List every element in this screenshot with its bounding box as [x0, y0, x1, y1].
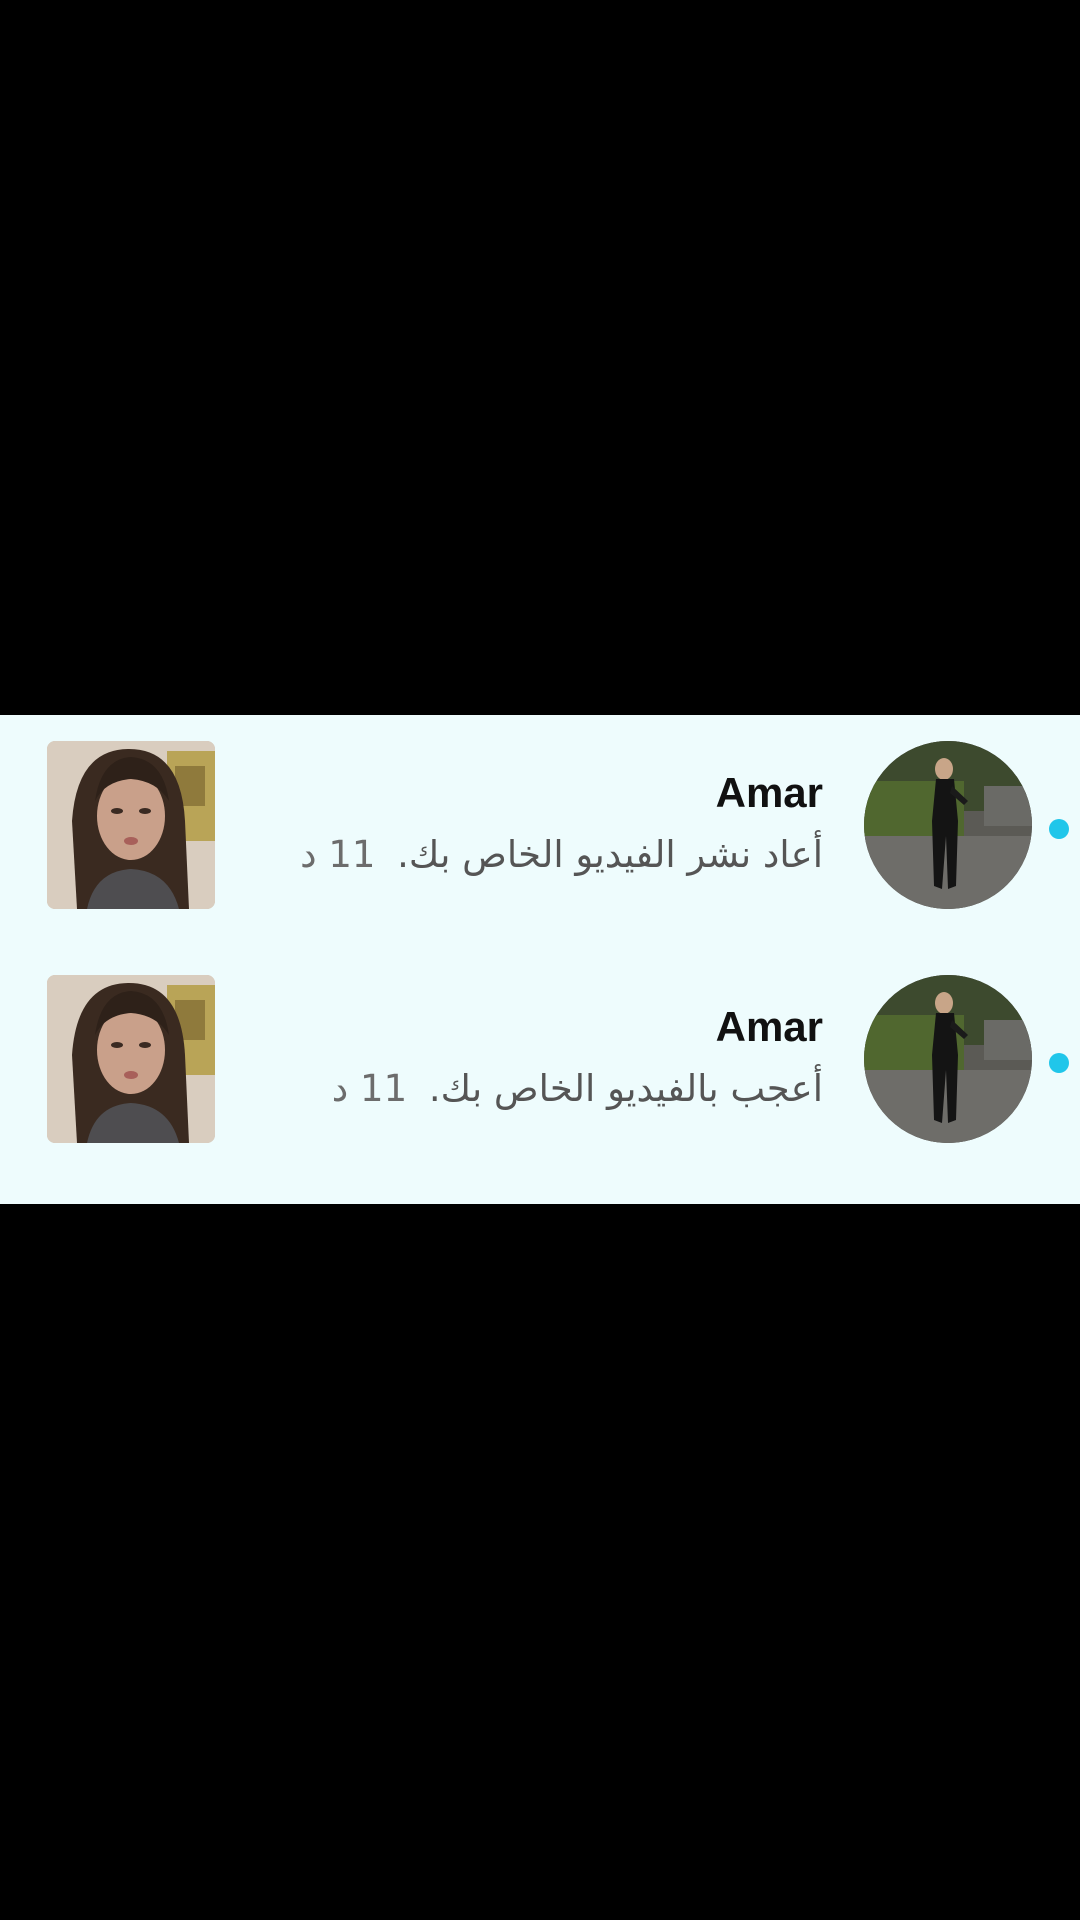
notification-time: 11 د [331, 1067, 408, 1110]
notification-message: أعاد نشر الفيديو الخاص بك. 11 د [300, 833, 823, 876]
notification-action: أعجب بالفيديو الخاص بك. [428, 1067, 823, 1110]
video-thumbnail[interactable] [47, 975, 215, 1143]
notification-row[interactable]: Amar أعاد نشر الفيديو الخاص بك. 11 د [0, 741, 1080, 911]
notification-time: 11 د [300, 833, 376, 876]
user-avatar[interactable] [864, 975, 1032, 1143]
letterbox-bottom [0, 1204, 1080, 1920]
notification-username[interactable]: Amar [716, 1003, 823, 1051]
unread-dot-icon [1049, 1053, 1069, 1073]
notification-username[interactable]: Amar [716, 769, 823, 817]
video-thumbnail-icon [47, 741, 215, 909]
video-thumbnail[interactable] [47, 741, 215, 909]
profile-photo-icon [864, 975, 1032, 1143]
user-avatar[interactable] [864, 741, 1032, 909]
unread-dot-icon [1049, 819, 1069, 839]
video-thumbnail-icon [47, 975, 215, 1143]
notification-action: أعاد نشر الفيديو الخاص بك. [397, 833, 823, 876]
notifications-panel: Amar أعاد نشر الفيديو الخاص بك. 11 د Ama… [0, 715, 1080, 1204]
notification-message: أعجب بالفيديو الخاص بك. 11 د [332, 1067, 823, 1110]
notification-row[interactable]: Amar أعجب بالفيديو الخاص بك. 11 د [0, 975, 1080, 1145]
profile-photo-icon [864, 741, 1032, 909]
letterbox-top [0, 0, 1080, 715]
